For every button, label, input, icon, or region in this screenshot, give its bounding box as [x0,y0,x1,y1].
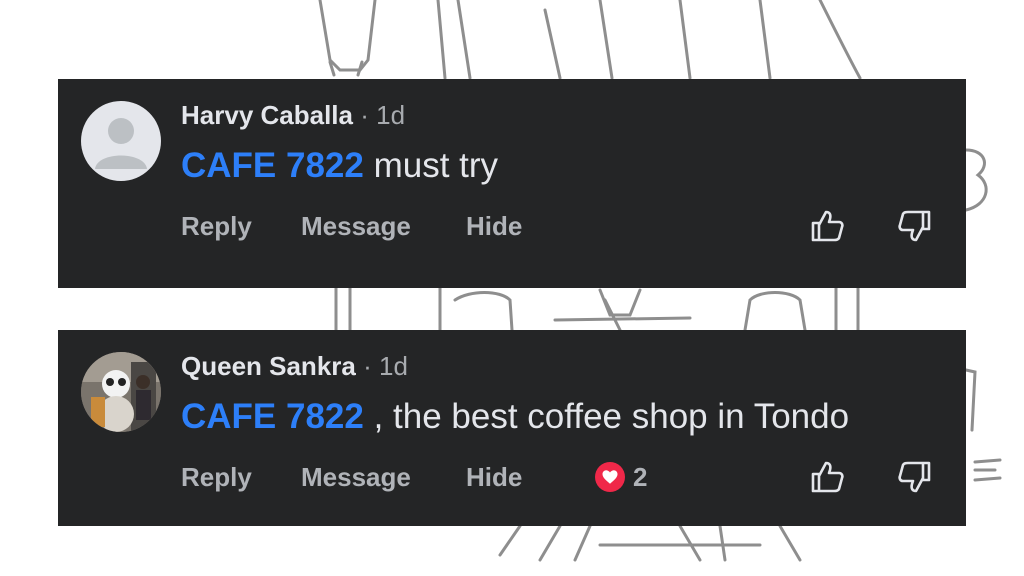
mention-link[interactable]: CAFE 7822 [181,397,364,436]
comment-header: Queen Sankra · 1d [181,351,408,381]
thumbs-up-icon[interactable] [808,458,846,496]
author-name[interactable]: Queen Sankra [181,351,356,381]
mention-link[interactable]: CAFE 7822 [181,146,364,185]
default-avatar-icon[interactable] [81,101,161,181]
comment-card: Harvy Caballa · 1d CAFE 7822 must try Re… [58,79,966,288]
photo-avatar[interactable] [81,352,161,432]
time-separator: · [363,351,372,381]
thumbs-down-icon[interactable] [896,458,934,496]
hide-button[interactable]: Hide [466,460,522,494]
comment-body: , the best coffee shop in Tondo [363,397,850,436]
comment-text: CAFE 7822 , the best coffee shop in Tond… [181,397,849,437]
reply-button[interactable]: Reply [181,460,252,494]
message-button[interactable]: Message [301,460,411,494]
author-name[interactable]: Harvy Caballa [181,100,353,130]
reaction-count: 2 [633,461,648,492]
thumbs-down-icon[interactable] [896,207,934,245]
next-comment-peek [58,284,966,288]
reaction-summary[interactable]: 2 [595,460,647,494]
message-button[interactable]: Message [301,209,411,243]
time-separator: · [360,100,369,130]
comment-header: Harvy Caballa · 1d [181,100,405,130]
hide-button[interactable]: Hide [466,209,522,243]
comment-time[interactable]: 1d [379,351,408,381]
thumbs-up-icon[interactable] [808,207,846,245]
comment-time[interactable]: 1d [376,100,405,130]
reply-button[interactable]: Reply [181,209,252,243]
comment-body: must try [363,146,499,185]
heart-icon [595,462,625,492]
comment-card: Queen Sankra · 1d CAFE 7822 , the best c… [58,330,966,526]
comment-text: CAFE 7822 must try [181,146,498,186]
